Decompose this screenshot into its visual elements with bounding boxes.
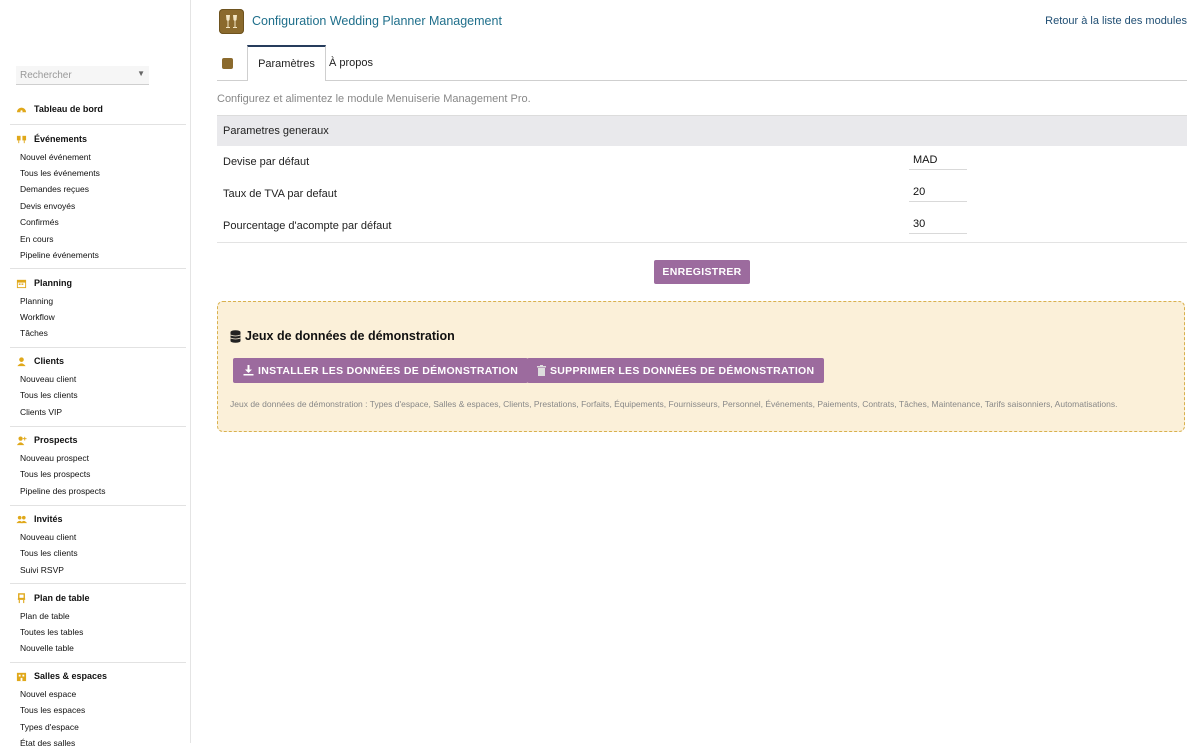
chair-icon	[17, 592, 26, 603]
sidebar-item-taches[interactable]: Tâches	[20, 327, 48, 339]
sidebar-item-etat-salles[interactable]: État des salles	[20, 737, 75, 749]
tab-bar: Paramètres À propos	[217, 45, 1187, 81]
divider	[10, 347, 186, 348]
sidebar-item-suivi-rsvp[interactable]: Suivi RSVP	[20, 564, 64, 576]
demo-title: Jeux de données de démonstration	[230, 329, 455, 343]
param-row-devise: Devise par défaut MAD	[217, 146, 1187, 179]
sidebar-item-pipeline-evenements[interactable]: Pipeline événements	[20, 249, 99, 261]
delete-demo-label: SUPPRIMER LES DONNÉES DE DÉMONSTRATION	[550, 364, 815, 377]
sidebar-item-types-espace[interactable]: Types d'espace	[20, 721, 79, 733]
acompte-input[interactable]: 30	[909, 214, 967, 234]
sidebar-section-label: Salles & espaces	[34, 671, 108, 681]
params-header-label: Parametres generaux	[223, 125, 329, 137]
app-logo	[219, 9, 244, 34]
sidebar-section-label: Planning	[34, 278, 72, 288]
demo-data-panel: Jeux de données de démonstration INSTALL…	[217, 301, 1185, 432]
sidebar-item-confirmes[interactable]: Confirmés	[20, 216, 59, 228]
intro-text: Configurez et alimentez le module Menuis…	[217, 93, 531, 105]
sidebar-item-nouveau-client[interactable]: Nouveau client	[20, 531, 76, 543]
tva-input[interactable]: 20	[909, 182, 967, 202]
user-icon	[17, 356, 26, 366]
sidebar-section-title[interactable]: Planning	[16, 277, 72, 289]
chevron-down-icon[interactable]: ▼	[137, 69, 145, 78]
devise-input[interactable]: MAD	[909, 150, 967, 170]
delete-demo-button[interactable]: SUPPRIMER LES DONNÉES DE DÉMONSTRATION	[527, 358, 825, 383]
sidebar-item-clients-vip[interactable]: Clients VIP	[20, 406, 62, 418]
sidebar-item-devis-envoyes[interactable]: Devis envoyés	[20, 200, 75, 212]
divider	[10, 583, 186, 584]
demo-title-label: Jeux de données de démonstration	[245, 329, 455, 343]
sidebar-section-title[interactable]: Salles & espaces	[16, 670, 107, 682]
sidebar-item-planning[interactable]: Planning	[20, 295, 53, 307]
sidebar-item-nouvel-espace[interactable]: Nouvel espace	[20, 688, 76, 700]
install-demo-button[interactable]: INSTALLER LES DONNÉES DE DÉMONSTRATION	[233, 358, 529, 383]
module-icon	[222, 58, 233, 69]
sidebar-item-toutes-tables[interactable]: Toutes les tables	[20, 626, 83, 638]
sidebar-section-title[interactable]: Invités	[16, 513, 63, 525]
back-to-modules-link[interactable]: Retour à la liste des modules	[1045, 15, 1187, 27]
glasses-icon	[16, 135, 27, 143]
dashboard-icon	[16, 107, 27, 112]
sidebar-item-tous-espaces[interactable]: Tous les espaces	[20, 704, 85, 716]
sidebar-section-title[interactable]: Plan de table	[16, 592, 90, 604]
param-label: Devise par défaut	[223, 156, 310, 168]
divider	[10, 662, 186, 663]
search-input[interactable]: Rechercher ▼	[16, 66, 149, 85]
install-demo-label: INSTALLER LES DONNÉES DE DÉMONSTRATION	[258, 364, 519, 377]
sidebar-item-demandes-recues[interactable]: Demandes reçues	[20, 183, 89, 195]
sidebar-item-nouveau-prospect[interactable]: Nouveau prospect	[20, 452, 89, 464]
param-row-acompte: Pourcentage d'acompte par défaut 30	[217, 210, 1187, 243]
building-icon	[16, 672, 27, 681]
param-label: Pourcentage d'acompte par défaut	[223, 220, 392, 232]
divider	[10, 505, 186, 506]
users-icon	[16, 515, 27, 523]
divider	[10, 268, 186, 269]
sidebar-section-label: Événements	[34, 134, 88, 144]
sidebar-section-title[interactable]: Clients	[16, 355, 64, 367]
sidebar-section-title[interactable]: Événements	[16, 133, 87, 145]
user-plus-icon	[16, 436, 27, 445]
sidebar-section-label: Prospects	[34, 435, 78, 445]
database-icon	[230, 329, 241, 343]
tab-parametres[interactable]: Paramètres	[247, 45, 326, 81]
sidebar-item-plan-de-table[interactable]: Plan de table	[20, 610, 70, 622]
param-row-tva: Taux de TVA par defaut 20	[217, 178, 1187, 211]
download-icon	[243, 365, 254, 376]
demo-note: Jeux de données de démonstration : Types…	[230, 399, 1118, 409]
sidebar-item-tous-prospects[interactable]: Tous les prospects	[20, 468, 90, 480]
calendar-icon	[16, 279, 27, 288]
sidebar-item-en-cours[interactable]: En cours	[20, 233, 54, 245]
divider	[10, 426, 186, 427]
params-header: Parametres generaux	[217, 115, 1187, 147]
sidebar: Rechercher ▼ Tableau de bord Événements …	[0, 0, 191, 748]
sidebar-item-tous-evenements[interactable]: Tous les événements	[20, 167, 100, 179]
glasses-icon	[226, 15, 237, 28]
sidebar-section-label: Clients	[34, 356, 65, 366]
sidebar-item-workflow[interactable]: Workflow	[20, 311, 55, 323]
sidebar-item-pipeline-prospects[interactable]: Pipeline des prospects	[20, 485, 106, 497]
tab-apropos[interactable]: À propos	[327, 45, 375, 80]
save-button[interactable]: ENREGISTRER	[654, 260, 750, 284]
param-label: Taux de TVA par defaut	[223, 188, 337, 200]
sidebar-item-nouveau-client[interactable]: Nouveau client	[20, 373, 76, 385]
divider	[10, 124, 186, 125]
sidebar-item-label: Tableau de bord	[34, 104, 103, 114]
sidebar-section-label: Invités	[34, 514, 63, 524]
sidebar-item-nouvel-evenement[interactable]: Nouvel événement	[20, 151, 91, 163]
sidebar-item-tous-clients[interactable]: Tous les clients	[20, 389, 78, 401]
sidebar-section-title[interactable]: Prospects	[16, 434, 78, 446]
sidebar-item-nouvelle-table[interactable]: Nouvelle table	[20, 642, 74, 654]
search-placeholder: Rechercher	[20, 70, 72, 81]
sidebar-section-label: Plan de table	[34, 593, 90, 603]
sidebar-item-tous-clients[interactable]: Tous les clients	[20, 547, 78, 559]
trash-icon	[537, 365, 546, 376]
page-title: Configuration Wedding Planner Management	[252, 14, 502, 28]
